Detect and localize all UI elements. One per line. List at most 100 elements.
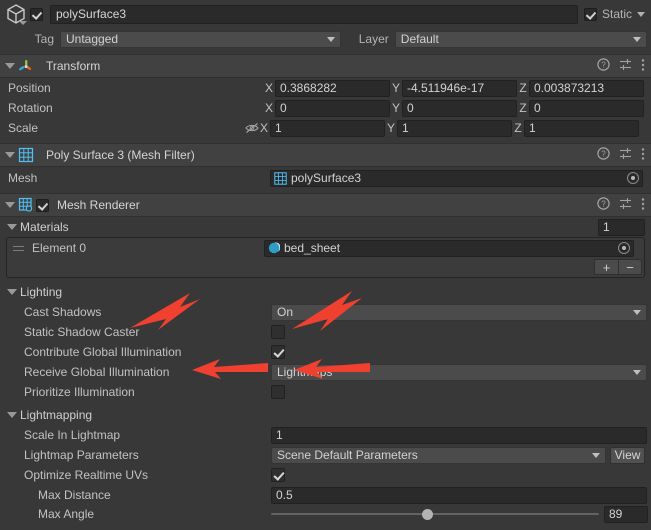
gameobject-name-input[interactable]: polySurface3 xyxy=(50,4,578,24)
max-angle-slider-knob[interactable] xyxy=(421,509,433,520)
rotation-x-input[interactable]: 0 xyxy=(275,99,390,117)
lighting-section-header[interactable]: Lighting xyxy=(0,282,651,302)
constrain-proportions-off-icon[interactable] xyxy=(244,121,259,135)
rotation-label: Rotation xyxy=(8,101,53,115)
transform-scale-row: Scale X 1 Y 1 Z 1 xyxy=(0,118,651,138)
layer-value: Default xyxy=(400,32,439,46)
max-distance-value: 0.5 xyxy=(276,488,293,502)
kebab-menu-icon[interactable] xyxy=(641,197,645,214)
mesh-renderer-foldout-arrow[interactable] xyxy=(5,202,15,208)
scale-x-input[interactable]: 1 xyxy=(270,119,385,137)
cast-shadows-dropdown[interactable]: On xyxy=(271,303,647,321)
materials-list-box: Element 0 bed_sheet + − xyxy=(6,237,645,278)
static-shadow-caster-row: Static Shadow Caster xyxy=(0,322,651,342)
materials-size-input[interactable]: 1 xyxy=(598,218,645,236)
transform-foldout-arrow[interactable] xyxy=(5,63,15,69)
position-x-input[interactable]: 0.3868282 xyxy=(275,79,390,97)
svg-text:?: ? xyxy=(601,200,606,209)
gameobject-icon-dropdown-caret[interactable] xyxy=(19,21,27,25)
lightmapping-label: Lightmapping xyxy=(20,408,93,422)
optimize-realtime-uvs-row: Optimize Realtime UVs xyxy=(0,465,651,485)
scale-y-input[interactable]: 1 xyxy=(397,119,512,137)
optimize-realtime-uvs-label: Optimize Realtime UVs xyxy=(24,468,149,482)
kebab-menu-icon[interactable] xyxy=(641,58,645,75)
transform-rotation-row: Rotation X 0 Y 0 Z 0 xyxy=(0,98,651,118)
rotation-y-value: 0 xyxy=(407,101,414,115)
remove-material-button[interactable]: − xyxy=(618,259,642,275)
component-header-mesh-renderer[interactable]: Mesh Renderer ? xyxy=(0,193,651,217)
help-icon[interactable]: ? xyxy=(597,58,610,74)
lightmap-parameters-row: Lightmap Parameters Scene Default Parame… xyxy=(0,445,651,465)
lightmapping-foldout-arrow[interactable] xyxy=(7,412,17,418)
static-shadow-caster-checkbox[interactable] xyxy=(271,325,285,339)
mesh-value: polySurface3 xyxy=(291,171,362,185)
rotation-z-input[interactable]: 0 xyxy=(529,99,644,117)
gameobject-active-checkbox[interactable] xyxy=(30,7,43,21)
mesh-renderer-enabled-checkbox[interactable] xyxy=(36,198,49,212)
mesh-asset-icon xyxy=(274,171,287,185)
gameobject-header: polySurface3 Static xyxy=(0,0,651,28)
preset-settings-icon[interactable] xyxy=(619,58,632,74)
optimize-realtime-uvs-checkbox[interactable] xyxy=(271,468,285,482)
preset-settings-icon[interactable] xyxy=(619,147,632,163)
layer-dropdown[interactable]: Default xyxy=(394,30,647,48)
component-header-transform[interactable]: Transform ? xyxy=(0,54,651,78)
static-dropdown-icon[interactable] xyxy=(637,11,645,17)
scale-in-lightmap-input[interactable]: 1 xyxy=(271,426,647,444)
material-asset-icon xyxy=(268,242,281,254)
mesh-renderer-grid-icon xyxy=(18,197,34,213)
help-icon[interactable]: ? xyxy=(597,147,610,163)
gameobject-cube-icon[interactable] xyxy=(2,0,30,28)
materials-size-buttons: + − xyxy=(7,258,644,277)
preset-settings-icon[interactable] xyxy=(619,197,632,213)
receive-gi-dropdown[interactable]: Lightmaps xyxy=(271,363,647,381)
max-angle-row: Max Angle 89 xyxy=(0,505,651,523)
add-material-button[interactable]: + xyxy=(594,259,618,275)
max-distance-input[interactable]: 0.5 xyxy=(271,486,647,504)
position-z-input[interactable]: 0.003873213 xyxy=(529,79,644,97)
reorder-handle-icon[interactable] xyxy=(13,244,24,253)
lightmap-parameters-view-button[interactable]: View xyxy=(610,446,645,464)
mesh-label: Mesh xyxy=(8,171,38,185)
help-icon[interactable]: ? xyxy=(597,197,610,213)
axis-label-z: Z xyxy=(519,101,527,115)
axis-label-z: Z xyxy=(519,81,527,95)
max-angle-input[interactable]: 89 xyxy=(604,505,648,523)
lightmapping-section-header[interactable]: Lightmapping xyxy=(0,405,651,425)
max-angle-slider[interactable] xyxy=(271,506,599,522)
prioritize-illumination-checkbox[interactable] xyxy=(271,385,285,399)
element-0-material-field[interactable]: bed_sheet xyxy=(264,239,634,257)
element-0-material-value: bed_sheet xyxy=(284,241,341,255)
object-picker-icon[interactable] xyxy=(627,172,639,184)
cast-shadows-row: Cast Shadows On xyxy=(0,302,651,322)
prioritize-illumination-row: Prioritize Illumination xyxy=(0,382,651,402)
cast-shadows-label: Cast Shadows xyxy=(24,305,102,319)
materials-section-header[interactable]: Materials 1 xyxy=(0,217,651,237)
object-picker-icon[interactable] xyxy=(618,242,630,254)
mesh-filter-header-tools: ? xyxy=(597,144,645,166)
scale-z-input[interactable]: 1 xyxy=(524,119,639,137)
mesh-filter-grid-icon xyxy=(18,147,34,163)
kebab-menu-icon[interactable] xyxy=(641,147,645,164)
mesh-filter-foldout-arrow[interactable] xyxy=(5,152,15,158)
mesh-object-field[interactable]: polySurface3 xyxy=(270,169,643,187)
scale-y-value: 1 xyxy=(402,121,409,135)
tag-dropdown[interactable]: Untagged xyxy=(60,30,341,48)
lighting-foldout-arrow[interactable] xyxy=(7,289,17,295)
contribute-gi-checkbox[interactable] xyxy=(271,345,285,359)
receive-gi-row: Receive Global Illumination Lightmaps xyxy=(0,362,651,382)
svg-text:?: ? xyxy=(601,150,606,159)
position-y-input[interactable]: -4.511946e-17 xyxy=(402,79,517,97)
lightmap-parameters-dropdown[interactable]: Scene Default Parameters xyxy=(271,446,606,464)
static-shadow-caster-label: Static Shadow Caster xyxy=(24,325,140,339)
receive-gi-label: Receive Global Illumination xyxy=(24,365,170,379)
rotation-y-input[interactable]: 0 xyxy=(402,99,517,117)
static-checkbox[interactable] xyxy=(583,7,597,21)
materials-foldout-arrow[interactable] xyxy=(7,224,17,230)
chevron-down-icon xyxy=(592,453,600,458)
static-flags-control[interactable]: Static xyxy=(583,7,647,21)
scale-z-value: 1 xyxy=(529,121,536,135)
rotation-z-value: 0 xyxy=(534,101,541,115)
component-header-mesh-filter[interactable]: Poly Surface 3 (Mesh Filter) ? xyxy=(0,143,651,167)
chevron-down-icon xyxy=(633,310,641,315)
